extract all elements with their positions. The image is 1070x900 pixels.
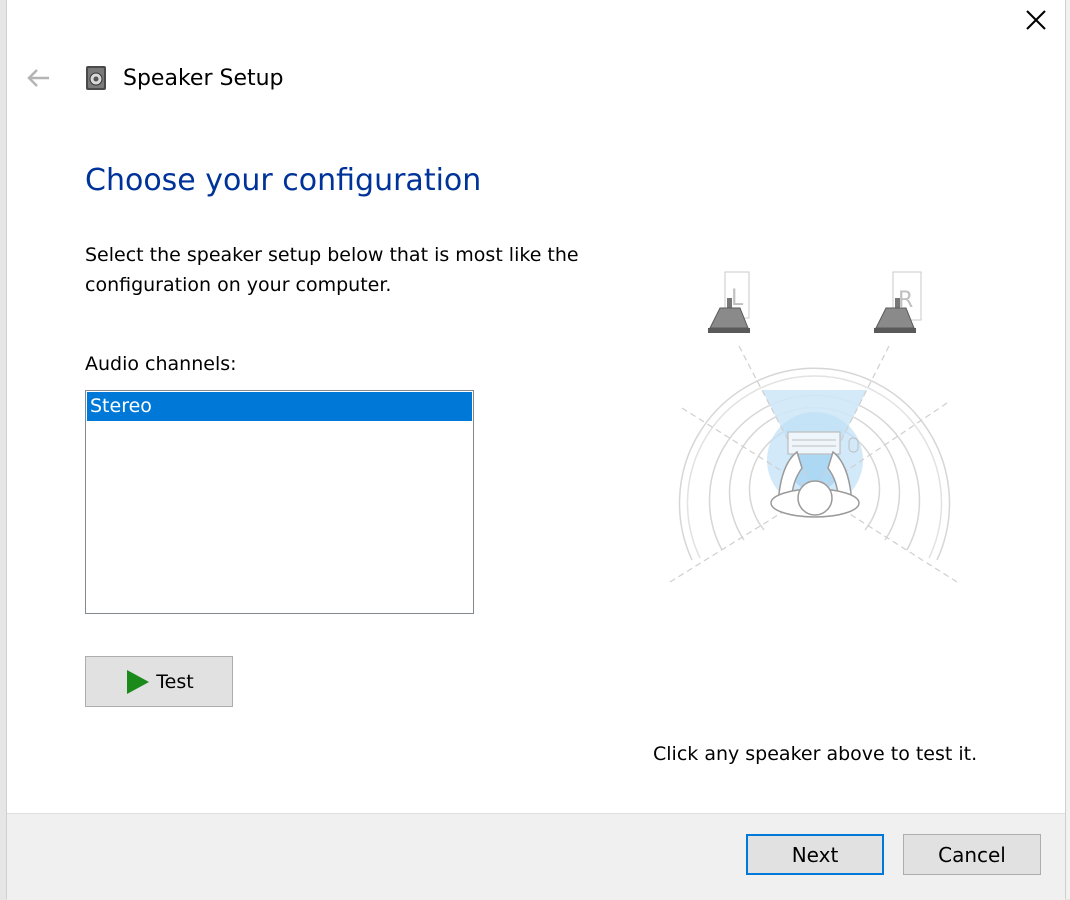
close-icon bbox=[1026, 10, 1046, 30]
speaker-setup-window: Speaker Setup Choose your configuration … bbox=[6, 0, 1066, 900]
page-description: Select the speaker setup below that is m… bbox=[85, 244, 579, 296]
play-icon bbox=[127, 669, 150, 694]
page-heading: Choose your configuration bbox=[85, 163, 482, 198]
dialog-footer: Next Cancel bbox=[7, 813, 1065, 900]
right-speaker[interactable]: R bbox=[874, 271, 922, 333]
test-button[interactable]: Test bbox=[85, 656, 233, 707]
speaker-configuration-diagram: L R bbox=[669, 271, 958, 583]
back-arrow-icon bbox=[27, 69, 49, 87]
close-button[interactable] bbox=[1007, 0, 1065, 40]
speaker-icon bbox=[86, 66, 106, 90]
next-button[interactable]: Next bbox=[746, 834, 884, 875]
cancel-button[interactable]: Cancel bbox=[903, 834, 1041, 875]
left-speaker[interactable]: L bbox=[708, 271, 750, 333]
speaker-test-hint: Click any speaker above to test it. bbox=[653, 743, 978, 765]
audio-channels-label: Audio channels: bbox=[85, 353, 237, 375]
window-title: Speaker Setup bbox=[123, 66, 284, 91]
list-item-stereo[interactable]: Stereo bbox=[87, 392, 472, 421]
left-speaker-label: L bbox=[731, 286, 744, 311]
audio-channels-list[interactable]: Stereo bbox=[85, 390, 474, 614]
back-button[interactable] bbox=[23, 62, 55, 94]
test-button-label: Test bbox=[156, 670, 194, 693]
